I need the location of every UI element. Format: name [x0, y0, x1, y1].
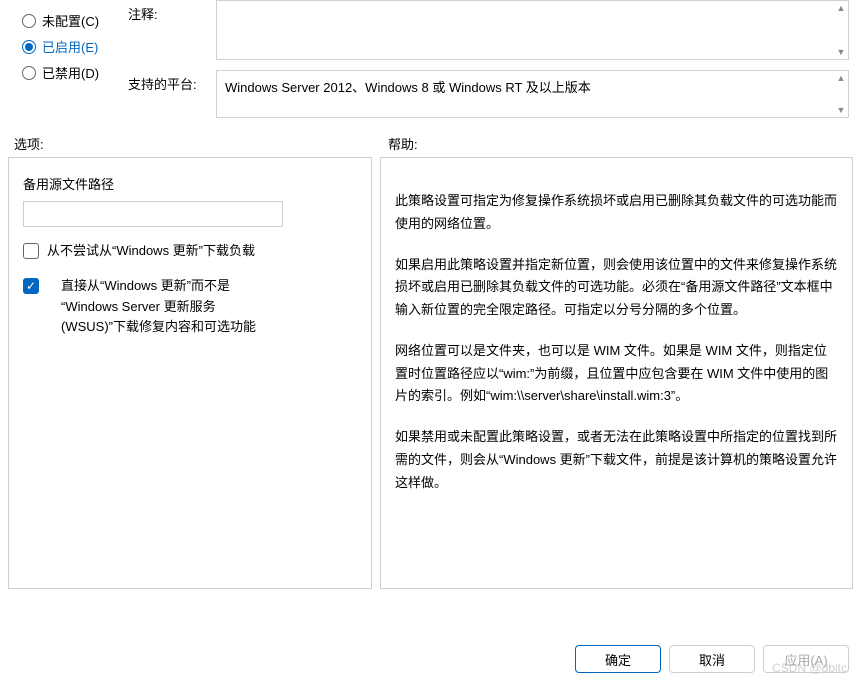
cancel-button[interactable]: 取消	[669, 645, 755, 673]
checkbox-label: 直接从“Windows 更新”而不是 “Windows Server 更新服务 …	[47, 276, 256, 338]
checkbox-label: 从不尝试从“Windows 更新”下载负载	[47, 241, 255, 262]
scrollbar-icon[interactable]: ▲▼	[836, 3, 846, 57]
radio-not-configured[interactable]: 未配置(C)	[22, 11, 128, 30]
help-paragraph: 网络位置可以是文件夹，也可以是 WIM 文件。如果是 WIM 文件，则指定位置时…	[395, 340, 838, 408]
radio-label: 已启用(E)	[42, 37, 98, 56]
checkbox-icon	[23, 243, 39, 259]
checkbox-icon: ✓	[23, 278, 39, 294]
checkbox-wsus-direct[interactable]: ✓ 直接从“Windows 更新”而不是 “Windows Server 更新服…	[23, 276, 357, 338]
help-paragraph: 此策略设置可指定为修复操作系统损坏或启用已删除其负载文件的可选功能而使用的网络位…	[395, 190, 838, 236]
help-paragraph: 如果禁用或未配置此策略设置，或者无法在此策略设置中所指定的位置找到所需的文件，则…	[395, 426, 838, 494]
button-bar: 确定 取消 应用(A)	[575, 645, 849, 673]
comment-input[interactable]: ▲▼	[216, 0, 849, 60]
radio-disabled[interactable]: 已禁用(D)	[22, 63, 128, 82]
help-section-label: 帮助:	[388, 134, 418, 153]
radio-label: 未配置(C)	[42, 11, 99, 30]
path-label: 备用源文件路径	[23, 174, 357, 193]
platform-display: Windows Server 2012、Windows 8 或 Windows …	[216, 70, 849, 118]
ok-button[interactable]: 确定	[575, 645, 661, 673]
help-panel: 此策略设置可指定为修复操作系统损坏或启用已删除其负载文件的可选功能而使用的网络位…	[380, 157, 853, 589]
apply-button: 应用(A)	[763, 645, 849, 673]
options-panel: 备用源文件路径 从不尝试从“Windows 更新”下载负载 ✓ 直接从“Wind…	[8, 157, 372, 589]
path-input[interactable]	[23, 201, 283, 227]
comment-label: 注释:	[128, 0, 216, 23]
radio-icon	[22, 40, 36, 54]
radio-label: 已禁用(D)	[42, 63, 99, 82]
radio-icon	[22, 14, 36, 28]
radio-enabled[interactable]: 已启用(E)	[22, 37, 128, 56]
help-paragraph: 如果启用此策略设置并指定新位置，则会使用该位置中的文件来修复操作系统损坏或启用已…	[395, 254, 838, 322]
checkbox-no-windows-update[interactable]: 从不尝试从“Windows 更新”下载负载	[23, 241, 357, 262]
state-radio-group: 未配置(C) 已启用(E) 已禁用(D)	[8, 0, 128, 128]
scrollbar-icon[interactable]: ▲▼	[836, 73, 846, 115]
options-section-label: 选项:	[8, 134, 388, 153]
platform-label: 支持的平台:	[128, 70, 216, 93]
radio-icon	[22, 66, 36, 80]
